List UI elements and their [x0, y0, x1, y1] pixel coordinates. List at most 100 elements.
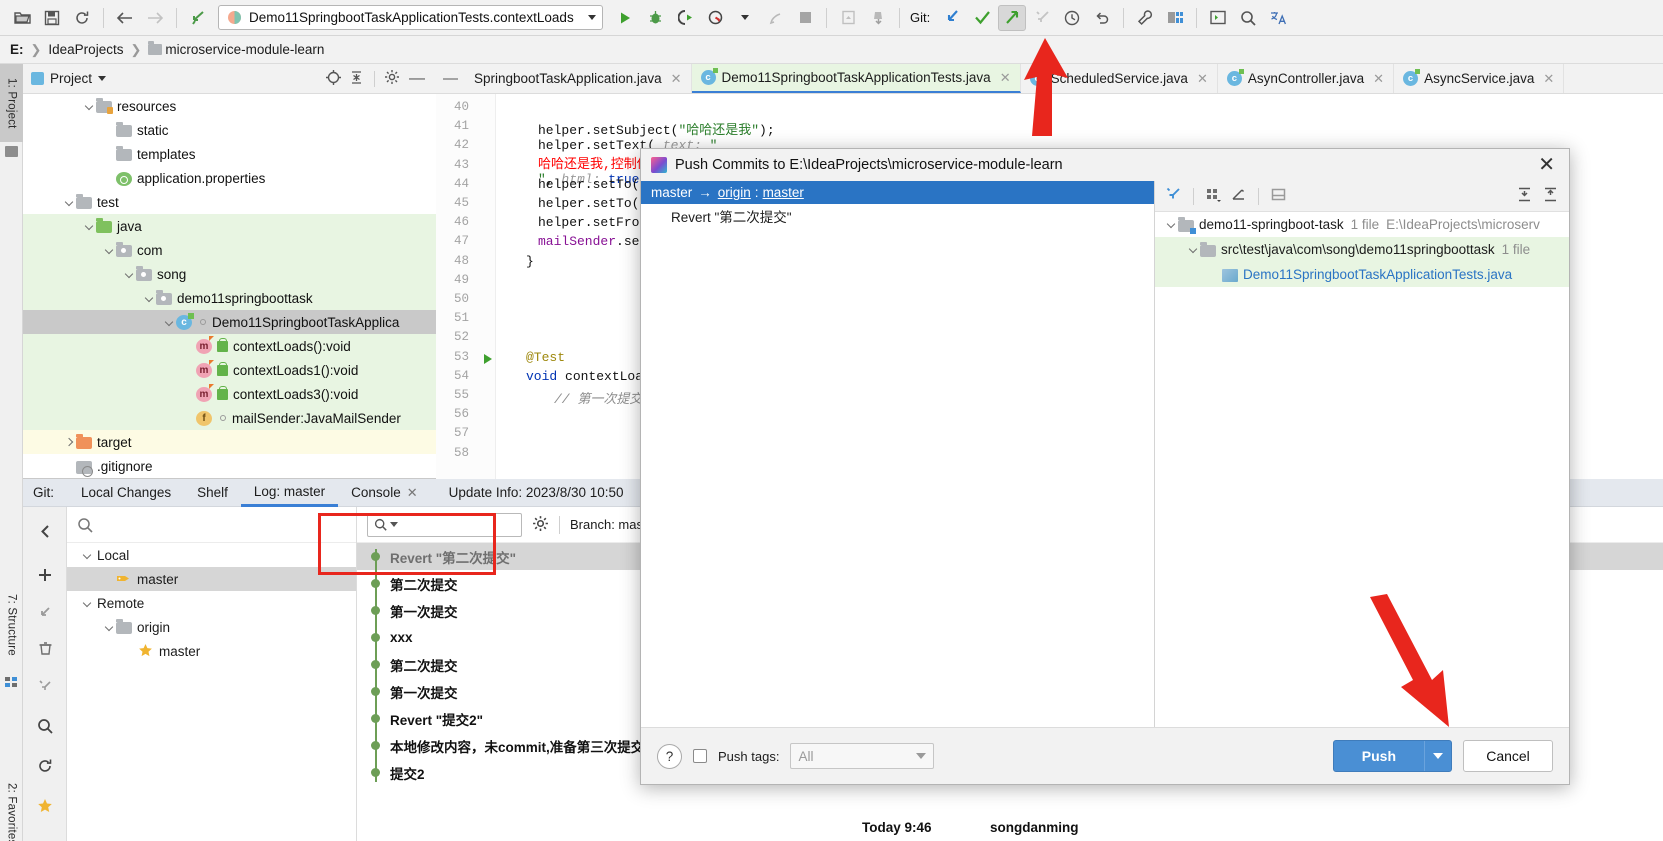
- editor-gutter[interactable]: 40 41 42 43 44 45 46 47 48 49 50 51 52 53 54 55 56 57 58: [436, 94, 496, 479]
- git-commit-icon[interactable]: [968, 5, 996, 31]
- editor-tab[interactable]: SpringbootTaskApplication.java ✕: [465, 64, 692, 93]
- log-settings-gear-icon[interactable]: [532, 515, 549, 535]
- jump-to-source-icon[interactable]: [184, 5, 212, 31]
- tree-item[interactable]: f mailSender:JavaMailSender: [23, 406, 436, 430]
- tree-item[interactable]: static: [23, 118, 436, 142]
- expand-all-icon[interactable]: [1516, 186, 1533, 206]
- push-target-branch[interactable]: master: [763, 185, 804, 200]
- run-icon[interactable]: [611, 5, 639, 31]
- collapse-sidebar-icon[interactable]: [34, 520, 56, 542]
- chevron-down-icon[interactable]: [63, 196, 76, 209]
- push-tags-checkbox[interactable]: [693, 749, 707, 763]
- branch-tree-item[interactable]: origin: [67, 615, 356, 639]
- sidebar-item-project[interactable]: 1: Project: [0, 64, 23, 142]
- branch-tree-item[interactable]: master: [67, 567, 356, 591]
- run-with-coverage-icon[interactable]: [671, 5, 699, 31]
- breadcrumb-drive[interactable]: E:: [10, 42, 24, 57]
- gear-icon[interactable]: [384, 69, 400, 88]
- sidebar-item-structure[interactable]: 7: Structure: [0, 579, 23, 671]
- profile-dropdown-icon[interactable]: [731, 5, 759, 31]
- search-everywhere-icon[interactable]: [1234, 5, 1262, 31]
- locate-file-icon[interactable]: [325, 69, 342, 89]
- forward-arrow-icon[interactable]: [141, 5, 169, 31]
- delete-icon[interactable]: [34, 637, 56, 659]
- code-line[interactable]: helper.setTo(: [514, 177, 639, 192]
- help-button[interactable]: ?: [657, 743, 682, 769]
- git-tab[interactable]: Shelf: [184, 479, 241, 507]
- collapse-icon[interactable]: [1165, 186, 1182, 206]
- tree-item[interactable]: m contextLoads1():void: [23, 358, 436, 382]
- open-folder-icon[interactable]: [8, 5, 36, 31]
- chevron-down-icon[interactable]: [81, 597, 94, 610]
- code-line[interactable]: helper.setSubject("哈哈还是我");: [514, 119, 775, 138]
- chevron-down-icon[interactable]: [81, 549, 94, 562]
- run-test-gutter-icon[interactable]: [482, 353, 494, 368]
- tree-item[interactable]: .gitignore: [23, 454, 436, 478]
- chevron-right-icon[interactable]: [63, 436, 76, 449]
- git-merge-icon[interactable]: [1028, 5, 1056, 31]
- close-icon[interactable]: ✕: [1543, 71, 1554, 87]
- project-structure-icon[interactable]: [1161, 5, 1189, 31]
- chevron-down-icon[interactable]: [163, 316, 176, 329]
- collapse-graph-icon[interactable]: [34, 675, 56, 697]
- breadcrumb-item-project[interactable]: microservice-module-learn: [165, 42, 324, 57]
- tree-item[interactable]: target: [23, 430, 436, 454]
- push-branch-row[interactable]: master → origin : master: [641, 181, 1154, 204]
- git-tab[interactable]: Console ✕: [338, 479, 430, 507]
- branch-tree-item[interactable]: Remote: [67, 591, 356, 615]
- push-files-tree[interactable]: demo11-springboot-task 1 file E:\IdeaProje…: [1155, 212, 1569, 727]
- git-update-icon[interactable]: [938, 5, 966, 31]
- debug-icon[interactable]: [641, 5, 669, 31]
- chevron-down-icon[interactable]: [83, 100, 96, 113]
- push-button[interactable]: Push: [1332, 740, 1452, 772]
- editor-collapse-icon[interactable]: —: [436, 64, 465, 93]
- run-configuration-selector[interactable]: Demo11SpringbootTaskApplicationTests.con…: [218, 5, 603, 30]
- collapse-all-icon[interactable]: [348, 69, 365, 89]
- close-icon[interactable]: ✕: [671, 71, 682, 87]
- editor-tab[interactable]: c AsyncService.java ✕: [1394, 64, 1565, 93]
- editor-tab[interactable]: c ScheduledService.java ✕: [1021, 64, 1218, 93]
- code-line[interactable]: helper.setTo(: [514, 196, 639, 211]
- code-line[interactable]: helper.setFro: [514, 215, 639, 230]
- hide-panel-icon[interactable]: —: [406, 70, 428, 88]
- editor-tab-bar[interactable]: — SpringbootTaskApplication.java ✕ c Demo11S…: [436, 64, 1663, 94]
- tree-item[interactable]: m contextLoads3():void: [23, 382, 436, 406]
- push-remote-name[interactable]: origin: [718, 185, 751, 200]
- update-project-icon[interactable]: [864, 5, 892, 31]
- profile-icon[interactable]: [701, 5, 729, 31]
- build-icon[interactable]: [834, 5, 862, 31]
- stop-icon[interactable]: [791, 5, 819, 31]
- tree-item[interactable]: templates: [23, 142, 436, 166]
- collapse-all-icon[interactable]: [1542, 186, 1559, 206]
- save-all-icon[interactable]: [38, 5, 66, 31]
- refresh-icon[interactable]: [34, 755, 56, 777]
- chevron-down-icon[interactable]: [1165, 218, 1178, 231]
- fetch-icon[interactable]: [34, 602, 56, 624]
- attach-debugger-icon[interactable]: [761, 5, 789, 31]
- close-icon[interactable]: ✕: [1373, 71, 1384, 87]
- code-line[interactable]: void contextLoads: [514, 369, 659, 384]
- edit-icon[interactable]: [1230, 186, 1247, 206]
- translate-icon[interactable]: [1264, 5, 1292, 31]
- group-by-icon[interactable]: [1205, 186, 1222, 206]
- git-tab[interactable]: Log: master: [240, 479, 339, 507]
- settings-wrench-icon[interactable]: [1131, 5, 1159, 31]
- chevron-down-icon[interactable]: [588, 15, 596, 20]
- close-icon[interactable]: ✕: [1197, 71, 1208, 87]
- tree-item[interactable]: application.properties: [23, 166, 436, 190]
- tree-item[interactable]: resources: [23, 94, 436, 118]
- code-line[interactable]: mailSender.se: [514, 234, 639, 249]
- code-line[interactable]: }: [514, 254, 534, 269]
- git-push-icon[interactable]: [998, 4, 1027, 31]
- search-icon[interactable]: [34, 715, 56, 737]
- history-icon[interactable]: [1058, 5, 1086, 31]
- chevron-down-icon[interactable]: [143, 292, 156, 305]
- terminal-icon[interactable]: [1204, 5, 1232, 31]
- code-line[interactable]: // 第一次提交: [514, 388, 642, 407]
- preview-icon[interactable]: [1270, 186, 1287, 206]
- undo-icon[interactable]: [1088, 5, 1116, 31]
- project-tree[interactable]: resources static templates application.prop…: [23, 94, 436, 479]
- branch-search-row[interactable]: [67, 507, 356, 543]
- log-search-input[interactable]: [367, 512, 522, 537]
- tree-item[interactable]: m contextLoads():void: [23, 334, 436, 358]
